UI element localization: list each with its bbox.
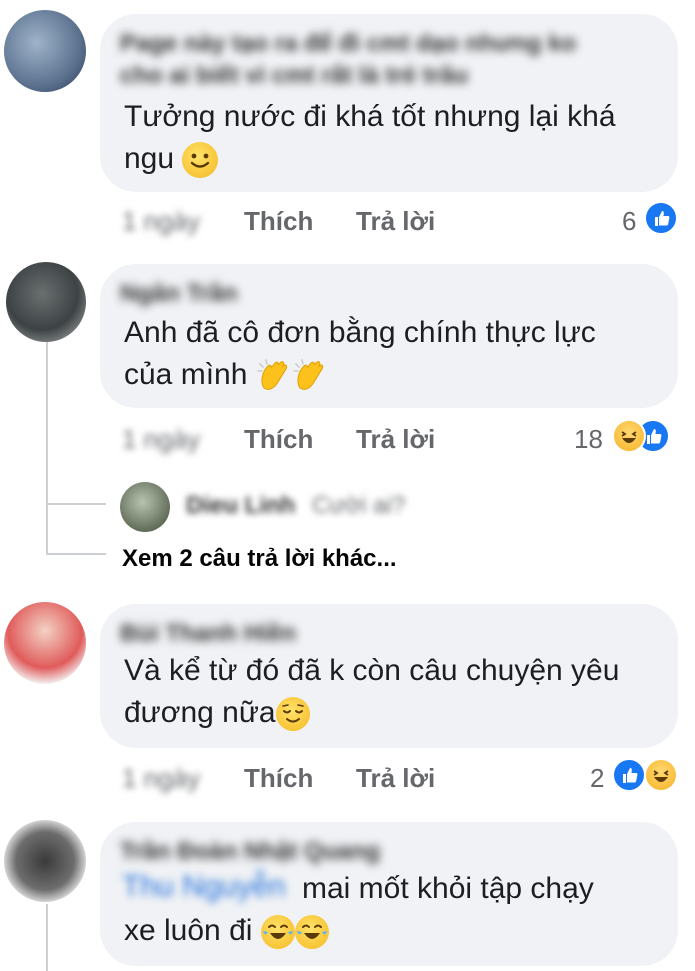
reaction-summary[interactable]: 6 [620,200,690,240]
like-icon [644,201,678,235]
reply-button[interactable]: Trả lời [356,206,435,237]
comment-text-line2: ngu [124,138,219,180]
reaction-summary[interactable]: 2 [588,757,688,797]
reply-text: Cười ai? [312,492,406,519]
comment-author-name[interactable]: Trần Đoàn Nhật Quang [120,838,380,866]
like-button[interactable]: Thích [244,206,313,237]
face-with-tears-of-joy-icon [294,915,329,950]
comment-text-end: của mình [124,358,248,391]
see-more-replies-link[interactable]: Xem 2 câu trả lời khác... [122,545,397,573]
comment-author-name[interactable]: Ngân Trần [120,280,237,308]
clapping-hands-icon [292,358,328,394]
comment-text-end: đương nữa [124,696,276,729]
reaction-summary[interactable]: 18 [574,418,684,458]
comment-text-line2: xe luôn đi [124,910,329,952]
comment-author-name[interactable]: Page này tạo ra để đi cmt dạo nhưng ko [120,30,576,58]
comment-text-line2: của mình [124,354,328,396]
comment-timestamp[interactable]: 1 ngày [122,206,200,237]
reply-button[interactable]: Trả lời [356,424,435,455]
reply-avatar[interactable] [120,482,170,532]
comment-text-end: xe luôn đi [124,914,253,947]
comment-timestamp[interactable]: 1 ngày [122,763,200,794]
like-button[interactable]: Thích [244,424,313,455]
haha-icon [644,758,678,792]
comment-text: Anh đã cô đơn bằng chính thực lực [124,316,596,349]
reply-author-name[interactable]: Dieu Linh [186,492,295,520]
comment-text-end: ngu [124,142,175,175]
comment-text: mai mốt khỏi tập chạy [302,872,594,905]
comment-author-name[interactable]: Bùi Thanh Hiền [120,620,296,648]
reaction-count: 6 [622,206,637,236]
slightly-smiling-face-icon [182,142,219,179]
reaction-count: 18 [574,424,603,454]
face-with-tears-of-joy-icon [260,915,295,950]
relieved-face-icon [275,697,310,732]
like-icon [612,758,646,792]
reaction-count: 2 [590,763,605,793]
avatar[interactable] [4,820,86,902]
thread-line [46,904,48,971]
comment-timestamp[interactable]: 1 ngày [122,424,200,455]
avatar[interactable] [4,10,86,92]
comment-text: Và kể từ đó đã k còn câu chuyện yêu [124,654,620,687]
clapping-hands-icon [256,358,292,394]
thread-branch [46,503,106,505]
comment-text-line2: đương nữa [124,692,310,734]
avatar[interactable] [6,262,86,342]
avatar[interactable] [4,602,86,684]
thread-branch [46,553,106,555]
haha-icon [612,419,646,453]
like-button[interactable]: Thích [244,763,313,794]
comment-text: Tưởng nước đi khá tốt nhưng lại khá [124,100,616,133]
thread-line [46,342,48,554]
reply-button[interactable]: Trả lời [356,763,435,794]
comment-author-name-cont[interactable]: cho ai biết vì cmt rất là trẻ trâu [120,62,468,90]
mention-link[interactable]: Thu Nguyễn [122,870,285,904]
